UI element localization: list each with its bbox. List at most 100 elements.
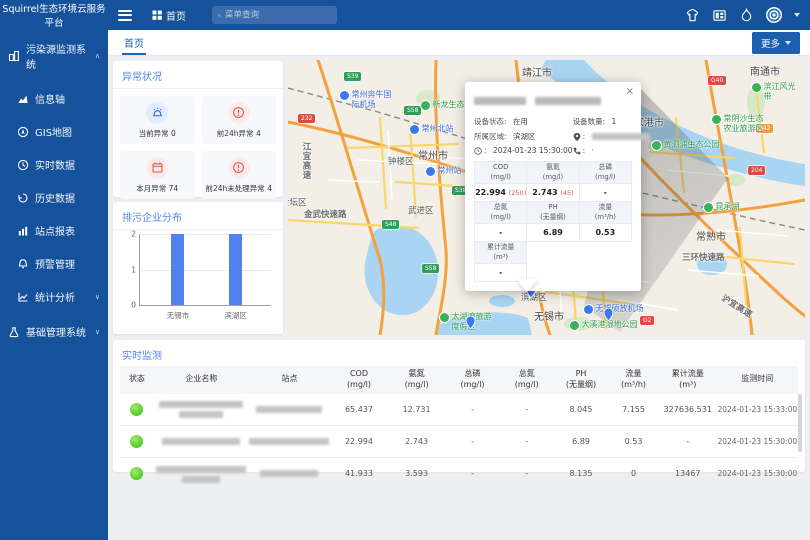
y-tick: 2 — [131, 230, 136, 239]
chevron-down-icon: ∨ — [95, 293, 100, 301]
address-redacted — [592, 133, 650, 140]
road-shield: 204 — [748, 166, 765, 175]
sidebar-group-pollution-monitor[interactable]: 污染源监测系统 ∧ — [0, 30, 108, 82]
poi-airport[interactable]: 常州奔牛国际机场 — [340, 90, 396, 110]
popup-pointer — [516, 279, 538, 292]
park-icon — [440, 313, 449, 322]
close-icon[interactable]: × — [626, 86, 634, 97]
region: 滨湖区 — [513, 131, 536, 142]
flask-icon — [8, 326, 20, 338]
poi-park[interactable]: 黄泗浦生态公园 — [652, 140, 720, 150]
search-input[interactable] — [225, 10, 331, 20]
popup-info-fields: 设备状态: 在用 设备数量: 1 所属区域: 滨湖区 : : 2024-01-2… — [474, 116, 632, 155]
abnormal-card-month[interactable]: 本月异常 74 — [120, 151, 195, 199]
table-row[interactable]: 41.933 3.593 - - 8.135 0 13467 2024-01-2… — [120, 458, 798, 490]
more-button-label: 更多 — [761, 36, 780, 50]
station-redacted — [249, 458, 330, 490]
menu-search[interactable] — [212, 6, 337, 24]
tab-home[interactable]: 首页 — [122, 30, 146, 55]
map-label-district: 钟楼区 — [388, 155, 414, 167]
sidebar-item-label: GIS地图 — [35, 124, 72, 139]
poi-wetland-park[interactable]: 大溪港湿地公园 — [570, 320, 638, 330]
abnormal-card-current[interactable]: 当前异常 0 — [120, 96, 195, 144]
sidebar-item-label: 预警管理 — [35, 256, 75, 271]
enterprise-name-redacted — [154, 458, 249, 490]
enterprise-name-redacted — [154, 394, 249, 426]
layout-icon[interactable] — [712, 8, 727, 23]
y-tick: 0 — [131, 301, 136, 310]
abnormal-card-24h[interactable]: 前24h异常 4 — [202, 96, 277, 144]
realtime-monitor-panel: 实时监测 状态 企业名称 站点 COD(mg/l) 氨氮(mg/l) 总磷(mg… — [113, 340, 805, 472]
poi-airport[interactable]: 无锡硕放机场 — [584, 304, 644, 314]
flame-icon[interactable] — [739, 8, 754, 23]
phone-icon — [573, 147, 581, 155]
status-dot-green — [130, 467, 143, 480]
shirt-icon[interactable] — [685, 8, 700, 23]
bar-chart-icon — [17, 225, 29, 237]
sidebar-item-label: 历史数据 — [35, 190, 75, 205]
road-shield: S39 — [344, 72, 361, 81]
sidebar-item-statistics[interactable]: 统计分析 ∨ — [0, 280, 108, 313]
panel-title: 实时监测 — [113, 340, 805, 364]
poi-metro-station[interactable]: 常州站 — [426, 166, 462, 176]
station-redacted — [249, 426, 330, 458]
search-icon — [218, 11, 221, 20]
breadcrumb-home[interactable]: 首页 — [152, 8, 186, 23]
map-marker-small[interactable] — [466, 316, 475, 329]
map-label-city: 无锡市 — [534, 308, 564, 323]
sidebar-item-history-data[interactable]: 历史数据 — [0, 181, 108, 214]
hamburger-icon[interactable] — [118, 7, 132, 23]
poi-agritourism[interactable]: 常阴沙生态农业旅游区 — [712, 114, 770, 134]
park-icon — [712, 115, 721, 124]
poi-metro-station[interactable]: 常州北站 — [410, 124, 454, 134]
table-scrollbar[interactable] — [798, 394, 802, 452]
siren-icon — [146, 102, 168, 124]
map-label-city: 常熟市 — [696, 228, 726, 243]
map-marker-small[interactable] — [604, 308, 613, 321]
chevron-down-icon: ∨ — [95, 328, 100, 336]
top-bar: Squirrel生态环境云服务平台 首页 — [0, 0, 810, 30]
map-label-city: 常州市 — [418, 147, 448, 162]
more-button[interactable]: 更多 — [752, 32, 800, 54]
sidebar: 污染源监测系统 ∧ 信息轴 GIS地图 实时数据 历史数据 — [0, 30, 108, 540]
abnormal-card-label: 前24h异常 4 — [217, 128, 261, 139]
airport-icon — [584, 305, 593, 314]
poi-lake[interactable]: 昆承湖 — [704, 202, 740, 212]
abnormal-card-unhandled[interactable]: 前24h未处理异常 4 — [202, 151, 277, 199]
map-label-city: 南通市 — [750, 63, 780, 78]
chevron-down-icon — [785, 41, 791, 45]
bar-wuxi[interactable] — [171, 234, 184, 305]
app-logo: Squirrel生态环境云服务平台 — [0, 1, 108, 29]
road-shield: S58 — [404, 106, 421, 115]
alert-circle-icon — [228, 102, 250, 124]
sidebar-item-realtime-data[interactable]: 实时数据 — [0, 148, 108, 181]
bar-binhu[interactable] — [229, 234, 242, 305]
sidebar-item-alert-management[interactable]: 预警管理 — [0, 247, 108, 280]
abnormal-status-panel: 异常状况 当前异常 0 前24h异常 4 本月异常 74 前24h未处理异常 4 — [113, 61, 283, 197]
y-tick: 1 — [131, 265, 136, 274]
sidebar-group-base-system[interactable]: 基础管理系统 ∨ — [0, 313, 108, 350]
clock-icon — [474, 147, 482, 155]
sidebar-item-info-axis[interactable]: 信息轴 — [0, 82, 108, 115]
realtime-table: 状态 企业名称 站点 COD(mg/l) 氨氮(mg/l) 总磷(mg/l) 总… — [120, 366, 798, 490]
status-dot-green — [130, 435, 143, 448]
device-count: 1 — [612, 117, 617, 126]
table-row[interactable]: 22.994 2.743 - - 6.89 0.53 - 2024-01-23 … — [120, 426, 798, 458]
panel-title: 排污企业分布 — [113, 202, 283, 230]
history-icon — [17, 192, 29, 204]
table-row[interactable]: 65.437 12.731 - - 8.045 7.155 327636.531… — [120, 394, 798, 426]
sidebar-item-station-report[interactable]: 站点报表 — [0, 214, 108, 247]
sidebar-item-gis-map[interactable]: GIS地图 — [0, 115, 108, 148]
abnormal-card-label: 本月异常 74 — [136, 183, 178, 194]
map-label-road: 金武快速路 — [304, 208, 347, 220]
phone-value: · — [592, 146, 594, 155]
road-shield: G2 — [640, 316, 654, 325]
chevron-down-icon[interactable] — [794, 13, 800, 17]
avatar[interactable] — [766, 7, 782, 23]
poi-scenic[interactable]: 滨江风光带 — [752, 82, 800, 102]
park-icon — [652, 141, 661, 150]
park-icon — [570, 321, 579, 330]
map[interactable]: 靖江市 南通市 张家港市 常州市 钟楼区 金坛区 金武快速路 武进区 常熟市 三… — [288, 60, 805, 335]
park-icon — [704, 203, 713, 212]
popup-metrics-table: COD(mg/l) 氨氮(mg/l) 总磷(mg/l) 22.994 (250)… — [474, 161, 632, 282]
